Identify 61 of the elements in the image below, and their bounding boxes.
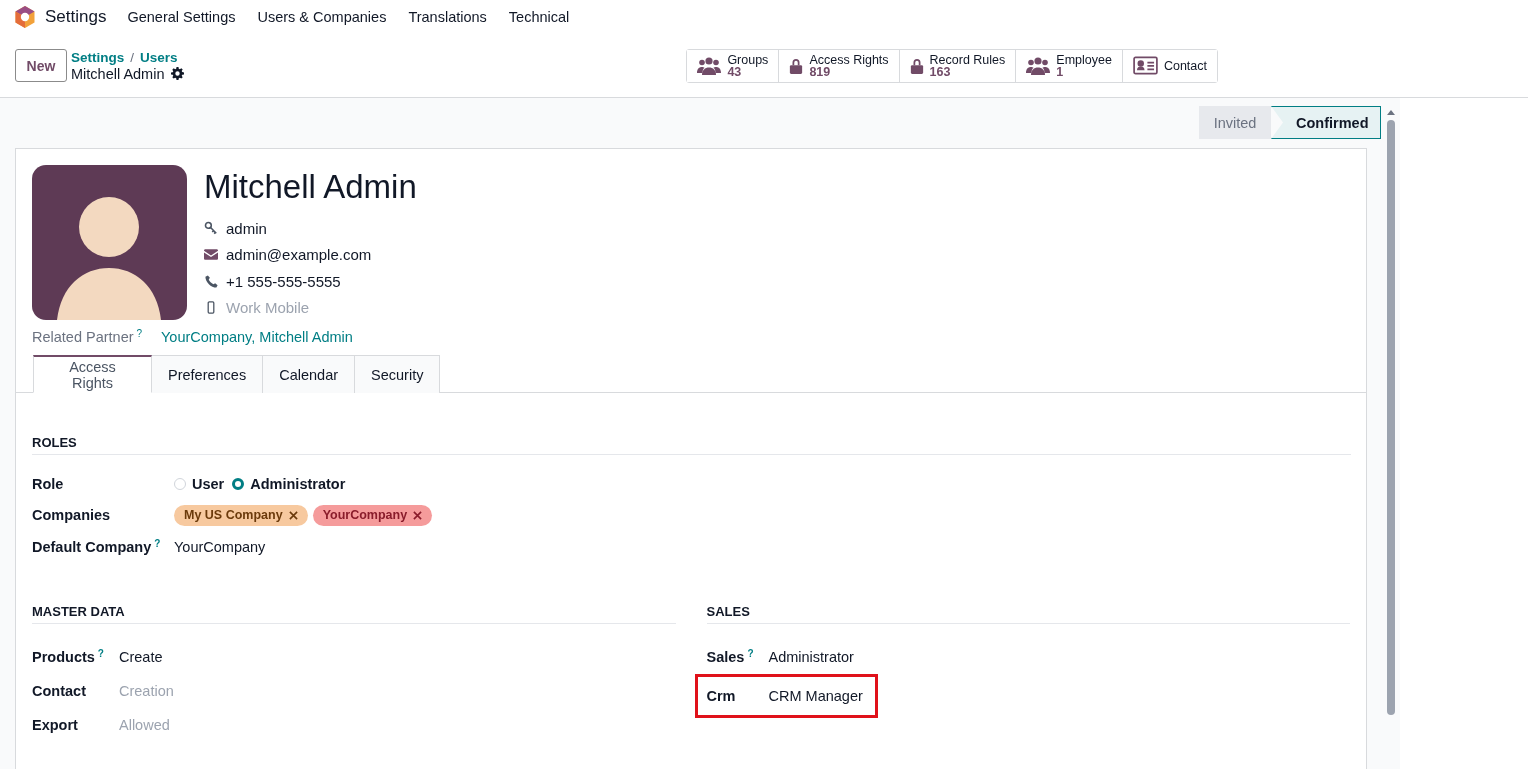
help-marker[interactable]: ?: [136, 329, 143, 345]
remove-icon[interactable]: [413, 510, 423, 520]
envelope-icon: [204, 249, 218, 261]
field-value[interactable]: Administrator: [768, 649, 854, 665]
tab[interactable]: Preferences: [152, 355, 264, 393]
field-value[interactable]: CRM Manager: [768, 688, 863, 704]
breadcrumb-separator: /: [130, 49, 135, 66]
smart-button[interactable]: Groups 43: [687, 49, 780, 82]
new-button[interactable]: New: [15, 49, 67, 82]
field-label: Products: [32, 649, 95, 665]
section-title: ROLES: [32, 435, 1351, 455]
section-title: SALES: [706, 604, 1350, 624]
field-value[interactable]: +1 555-555-5555: [226, 272, 341, 290]
field-label: Contact: [32, 683, 86, 699]
help-marker[interactable]: ?: [97, 649, 104, 665]
users-icon: [697, 55, 722, 76]
record-title: Mitchell Admin: [71, 65, 165, 82]
scrollbar[interactable]: [1386, 110, 1396, 715]
lock-icon: [789, 56, 804, 75]
field-label: Default Company: [32, 539, 152, 555]
field-value[interactable]: admin@example.com: [226, 246, 372, 264]
breadcrumb-link[interactable]: Settings: [71, 49, 125, 66]
field-label: Export: [32, 717, 78, 733]
tab[interactable]: Calendar: [263, 355, 356, 393]
id-card-icon: [1132, 56, 1158, 75]
app-title[interactable]: Settings: [45, 7, 107, 27]
menu-item[interactable]: General Settings: [127, 9, 236, 25]
tag-label: My US Company: [184, 508, 283, 522]
menu-item[interactable]: Users & Companies: [257, 9, 387, 25]
key-icon: [204, 221, 218, 236]
field-label: Role: [32, 476, 64, 492]
mobile-icon: [207, 301, 215, 315]
field-value[interactable]: YourCompany: [174, 539, 266, 555]
help-marker[interactable]: ?: [747, 649, 754, 665]
menu-item[interactable]: Technical: [508, 9, 570, 25]
lock-icon: [909, 56, 924, 75]
users-icon: [1026, 55, 1051, 76]
user-name: Mitchell Admin: [204, 169, 417, 205]
menu-item[interactable]: Translations: [408, 9, 487, 25]
field-label: Companies: [32, 507, 111, 523]
radio-button[interactable]: [232, 478, 245, 490]
field-value[interactable]: admin: [226, 219, 267, 237]
help-marker[interactable]: ?: [154, 539, 161, 555]
status-stage[interactable]: Invited: [1199, 106, 1271, 139]
tab[interactable]: Access Rights: [33, 355, 152, 393]
radio-label[interactable]: Administrator: [250, 476, 346, 492]
status-stage[interactable]: Confirmed: [1271, 106, 1381, 139]
field-label: Sales: [706, 649, 745, 665]
field-value[interactable]: Create: [119, 649, 163, 665]
breadcrumb-link[interactable]: Users: [140, 49, 178, 66]
phone-icon: [204, 274, 218, 288]
remove-icon[interactable]: [288, 510, 298, 520]
field-label: Crm: [706, 688, 736, 704]
tag-label: YourCompany: [322, 508, 408, 522]
tab[interactable]: Security: [355, 355, 441, 393]
section-title: MASTER DATA: [32, 604, 676, 624]
radio-label[interactable]: User: [192, 476, 225, 492]
partner-link[interactable]: YourCompany, Mitchell Admin: [161, 329, 353, 345]
app-logo-icon: [15, 6, 35, 28]
field-label: Related Partner: [32, 329, 134, 345]
settings-icon[interactable]: [171, 67, 185, 80]
